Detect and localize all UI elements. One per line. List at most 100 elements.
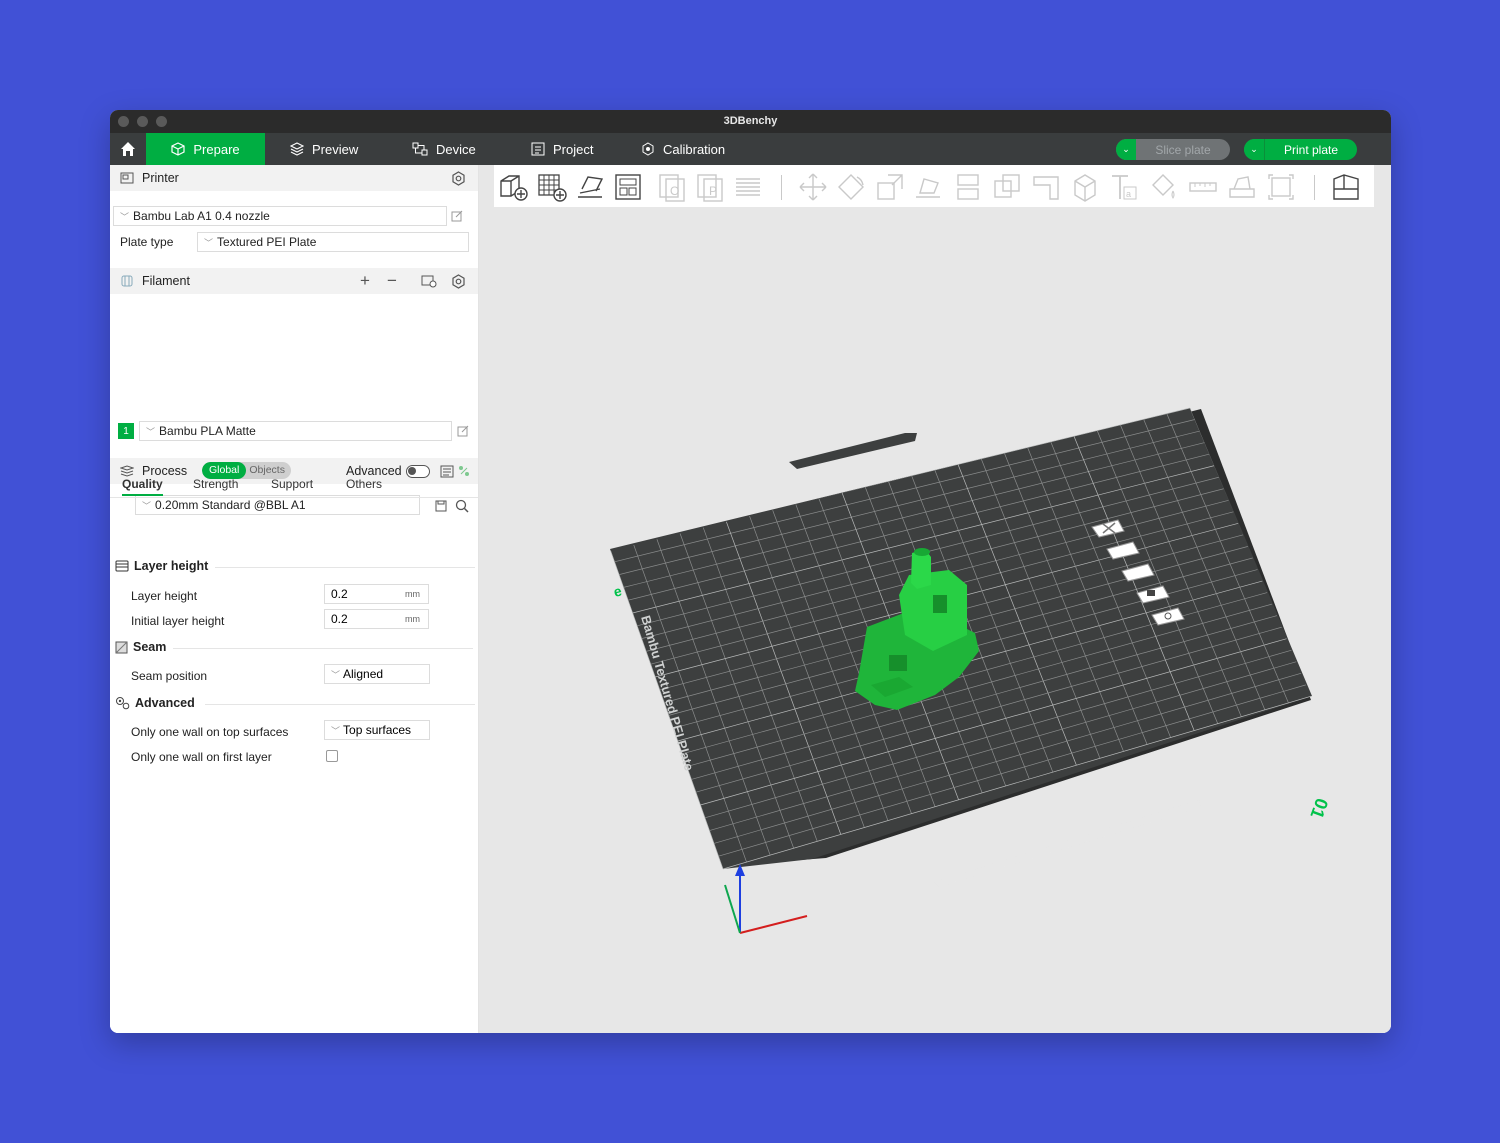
calibration-icon bbox=[642, 142, 654, 156]
initial-layer-height-input[interactable]: 0.2 mm bbox=[324, 609, 429, 629]
group-divider bbox=[215, 567, 475, 568]
plate-type-select[interactable]: ﹀ Textured PEI Plate bbox=[197, 232, 469, 252]
window-title: 3DBenchy bbox=[723, 115, 778, 127]
printer-select[interactable]: ﹀ Bambu Lab A1 0.4 nozzle bbox=[113, 206, 447, 226]
slice-plate-button[interactable]: ⌄ Slice plate bbox=[1116, 139, 1230, 160]
plate-number: 01 bbox=[1306, 796, 1332, 822]
group-divider bbox=[205, 704, 475, 705]
layers-icon bbox=[290, 142, 304, 156]
filament-section-title: Filament bbox=[142, 274, 190, 288]
subtab-others[interactable]: Others bbox=[346, 477, 382, 491]
seam-position-select[interactable]: ﹀ Aligned bbox=[324, 664, 430, 684]
tab-label: Preview bbox=[312, 141, 359, 157]
layer-height-input[interactable]: 0.2 mm bbox=[324, 584, 429, 604]
add-filament-button[interactable]: + bbox=[360, 271, 370, 291]
tab-calibration[interactable]: Calibration bbox=[641, 133, 725, 165]
one-wall-first-checkbox[interactable] bbox=[326, 750, 338, 762]
advanced-group: Advanced bbox=[115, 696, 475, 710]
seam-position-value: Aligned bbox=[343, 667, 384, 681]
plate-type-label: Plate type bbox=[120, 235, 174, 249]
unit-label: mm bbox=[405, 589, 420, 599]
seam-group: Seam bbox=[115, 640, 473, 654]
subtab-quality[interactable]: Quality bbox=[122, 477, 163, 496]
chevron-down-icon[interactable]: ⌄ bbox=[1116, 139, 1136, 160]
y-axis bbox=[724, 884, 741, 934]
chevron-down-icon: ﹀ bbox=[331, 725, 341, 736]
one-wall-top-label: Only one wall on top surfaces bbox=[131, 725, 289, 739]
tab-label: Device bbox=[436, 141, 476, 157]
process-preset-select[interactable]: ﹀ 0.20mm Standard @BBL A1 bbox=[135, 495, 420, 515]
remove-filament-button[interactable]: − bbox=[387, 271, 397, 291]
home-icon bbox=[121, 142, 135, 156]
chevron-down-icon: ﹀ bbox=[331, 669, 341, 680]
layer-height-icon bbox=[115, 560, 129, 572]
filament-select-value: Bambu PLA Matte bbox=[159, 424, 256, 438]
close-window-button[interactable] bbox=[118, 116, 129, 127]
print-plate-label: Print plate bbox=[1283, 142, 1339, 157]
printer-section-header: Printer bbox=[110, 165, 478, 191]
settings-sidebar: Printer ﹀ Bambu Lab A1 0.4 nozzle Plate … bbox=[110, 165, 479, 1033]
group-divider bbox=[173, 648, 473, 649]
tab-label: Calibration bbox=[663, 141, 726, 157]
one-wall-first-label: Only one wall on first layer bbox=[131, 750, 272, 764]
main-tab-bar: Prepare Preview Device Project Calibrati… bbox=[110, 133, 1391, 165]
home-button[interactable] bbox=[110, 133, 146, 165]
initial-layer-height-value: 0.2 bbox=[331, 612, 348, 626]
tab-prepare[interactable]: Prepare bbox=[146, 133, 265, 165]
advanced-gears-icon bbox=[116, 697, 130, 710]
chevron-down-icon: ﹀ bbox=[142, 500, 152, 511]
minimize-window-button[interactable] bbox=[137, 116, 148, 127]
app-window: 3DBenchy Prepare Preview Device Project … bbox=[110, 110, 1391, 1033]
filament-sync-icon[interactable] bbox=[421, 274, 437, 288]
printer-settings-gear-icon[interactable] bbox=[451, 170, 466, 186]
subtab-strength[interactable]: Strength bbox=[193, 477, 238, 491]
edit-filament-icon[interactable] bbox=[457, 425, 469, 437]
layer-height-value: 0.2 bbox=[331, 587, 348, 601]
tab-label: Project bbox=[553, 141, 594, 157]
divider bbox=[110, 497, 478, 498]
3d-viewport[interactable]: O P a e 01 Bambu Textured PEI Plate bbox=[479, 165, 1391, 1033]
chevron-down-icon: ﹀ bbox=[146, 426, 156, 437]
chevron-down-icon: ﹀ bbox=[120, 211, 130, 222]
process-subtabs: Quality Strength Support Others bbox=[120, 475, 478, 497]
subtab-support[interactable]: Support bbox=[271, 477, 313, 491]
initial-layer-height-label: Initial layer height bbox=[131, 614, 225, 628]
seam-icon bbox=[115, 641, 128, 653]
layer-height-group-title: Layer height bbox=[134, 559, 209, 573]
lock-icon bbox=[1147, 590, 1155, 596]
title-bar: 3DBenchy bbox=[110, 110, 1391, 133]
plate-label-strip bbox=[934, 800, 1201, 887]
build-plate-scene[interactable]: e 01 Bambu Textured PEI Plate bbox=[479, 165, 1391, 1033]
tab-preview[interactable]: Preview bbox=[290, 133, 358, 165]
device-icon bbox=[412, 142, 428, 156]
filament-settings-gear-icon[interactable] bbox=[451, 273, 466, 289]
zoom-window-button[interactable] bbox=[156, 116, 167, 127]
slice-plate-label: Slice plate bbox=[1155, 142, 1211, 157]
printer-select-value: Bambu Lab A1 0.4 nozzle bbox=[133, 209, 270, 223]
chevron-down-icon[interactable]: ⌄ bbox=[1244, 139, 1265, 160]
print-plate-button[interactable]: ⌄ Print plate bbox=[1244, 139, 1357, 160]
advanced-group-title: Advanced bbox=[135, 696, 195, 710]
tab-device[interactable]: Device bbox=[412, 133, 476, 165]
process-preset-value: 0.20mm Standard @BBL A1 bbox=[155, 498, 306, 512]
search-icon[interactable] bbox=[455, 499, 469, 513]
plate-type-value: Textured PEI Plate bbox=[217, 235, 317, 249]
one-wall-top-select[interactable]: ﹀ Top surfaces bbox=[324, 720, 430, 740]
printer-icon bbox=[120, 172, 134, 184]
seam-group-title: Seam bbox=[133, 640, 167, 654]
cube-icon bbox=[171, 142, 185, 156]
window-controls bbox=[118, 116, 167, 127]
project-icon bbox=[531, 142, 545, 156]
unit-label: mm bbox=[405, 614, 420, 624]
layer-height-group: Layer height bbox=[115, 559, 475, 573]
edit-printer-icon[interactable] bbox=[451, 210, 463, 222]
filament-slot-badge[interactable]: 1 bbox=[118, 423, 134, 439]
chevron-down-icon: ﹀ bbox=[204, 237, 214, 248]
filament-select[interactable]: ﹀ Bambu PLA Matte bbox=[139, 421, 452, 441]
tab-project[interactable]: Project bbox=[531, 133, 593, 165]
filament-section-header: Filament + − bbox=[110, 268, 478, 294]
seam-position-label: Seam position bbox=[131, 669, 208, 683]
one-wall-top-value: Top surfaces bbox=[343, 723, 412, 737]
plate-edit-mark: e bbox=[612, 582, 624, 599]
save-preset-icon[interactable] bbox=[435, 500, 447, 512]
